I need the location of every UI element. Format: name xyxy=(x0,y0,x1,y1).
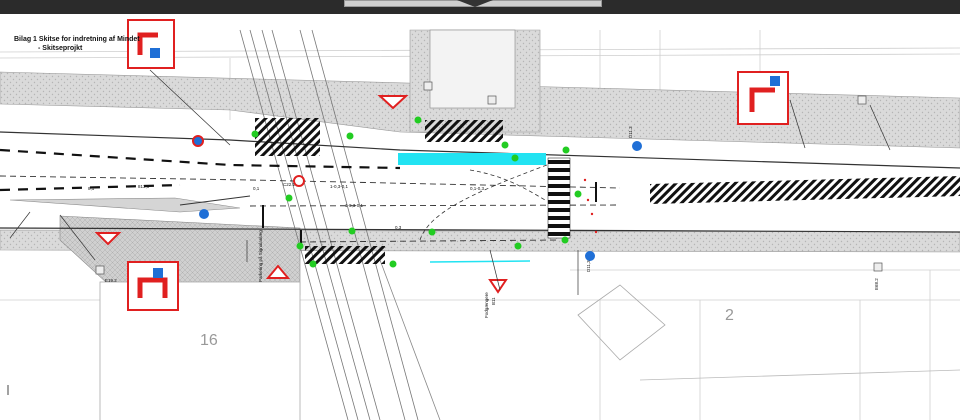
sign-code-e19: E19.2 xyxy=(105,278,117,283)
road-label-6: 0,1-0,3 xyxy=(470,186,485,191)
road-label-5: 813,8 xyxy=(138,184,150,189)
drawing-title: Bilag 1 Skitse for indretning af Mindet xyxy=(14,36,140,43)
document-viewer: 16 0,1 1-0,3-0,1 0,3 8,1 813,8 0,1-0,3 1… xyxy=(0,0,960,420)
road-label-2: 1-0,3-0,1 xyxy=(330,184,349,189)
road-label-7: 1-0,3-0,1 xyxy=(345,203,364,208)
sign-code-e68: E68.2 xyxy=(874,278,879,290)
chevron-down-icon[interactable] xyxy=(455,0,495,7)
lower-right-block xyxy=(639,369,960,381)
zebra-crossing-s xyxy=(305,246,385,264)
parking-note: Parkering på Signalanlæg xyxy=(257,230,263,282)
cyan-area xyxy=(398,153,546,165)
sign-code-c22: C22.1 xyxy=(283,182,296,187)
area-label-16: 16 xyxy=(200,332,218,349)
turn-curve xyxy=(419,159,561,241)
road-label-3: 0,3 xyxy=(395,225,402,230)
drawing-subtitle: - Skitseprojkt xyxy=(38,45,83,52)
drawing-page: 16 0,1 1-0,3-0,1 0,3 8,1 813,8 0,1-0,3 1… xyxy=(0,14,960,420)
road-label-4: 8,1 xyxy=(88,186,95,191)
cyan-line-south xyxy=(429,260,531,263)
road-label-1: 0,1 xyxy=(253,186,260,191)
sign-box-bottomleft xyxy=(127,261,179,311)
area-label-2: 2 xyxy=(725,307,734,324)
sign-box-topright xyxy=(737,71,789,125)
north-street-building xyxy=(429,29,516,109)
sign-code-d11-b: D11,3 xyxy=(586,260,591,272)
zebra-crossing-e xyxy=(547,157,571,239)
site-plan-drawing: 16 0,1 1-0,3-0,1 0,3 8,1 813,8 0,1-0,3 1… xyxy=(0,19,960,420)
track-diagonal-right xyxy=(379,259,441,420)
zebra-crossing-nw xyxy=(255,118,320,156)
hatched-median-east xyxy=(650,176,960,204)
sign-code-b11: B11 xyxy=(491,297,496,305)
pedestrian-note: Fodgængere xyxy=(484,292,489,318)
sign-box-topleft xyxy=(127,19,175,69)
sign-code-d11: D11.3 xyxy=(628,126,633,138)
zebra-crossing-n xyxy=(425,120,503,142)
diamond-outline xyxy=(577,284,666,361)
